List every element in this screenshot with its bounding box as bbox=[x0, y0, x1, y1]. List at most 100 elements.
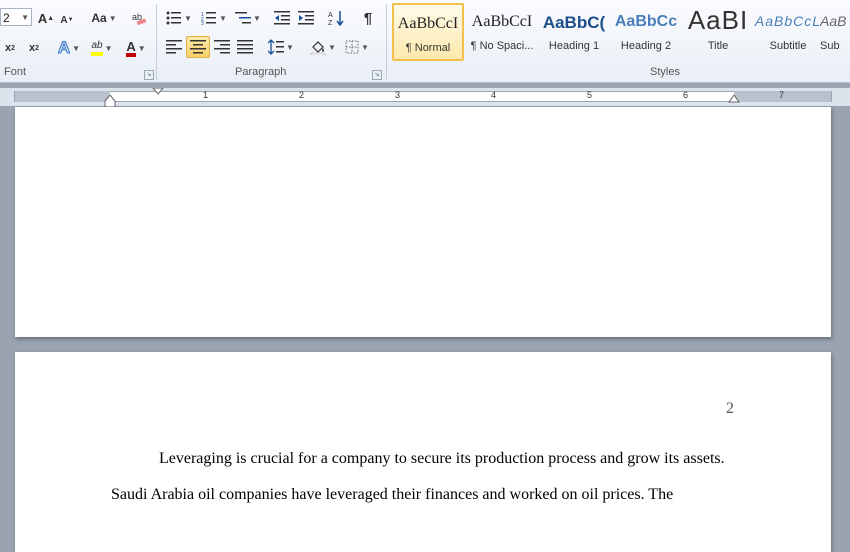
bullets-button[interactable]: ▼ bbox=[164, 8, 194, 28]
chevron-down-icon: ▼ bbox=[184, 13, 192, 23]
chevron-down-icon: ▼ bbox=[286, 42, 294, 52]
chevron-down-icon: ▼ bbox=[361, 42, 369, 52]
style-sample: AaBbCcL bbox=[754, 13, 822, 29]
font-group-label: Font bbox=[4, 66, 27, 78]
font-size-value: 2 bbox=[3, 11, 10, 25]
group-divider bbox=[386, 4, 387, 80]
borders-button[interactable]: ▼ bbox=[342, 37, 372, 57]
style-label: Subtitle bbox=[769, 40, 807, 52]
ribbon: 2 ▼ A ▲ A ▼ Aa ▼ ab x2 x2 A ▼ ab ▼ A ▼ Font ↘ … bbox=[0, 0, 850, 83]
style-title[interactable]: AaBI Title bbox=[682, 3, 754, 61]
multilevel-list-icon bbox=[235, 12, 252, 24]
change-case-button[interactable]: Aa ▼ bbox=[90, 8, 118, 28]
eraser-icon: ab bbox=[132, 12, 147, 26]
sort-button[interactable]: AZ bbox=[326, 8, 346, 28]
document-line: Leveraging is crucial for a company to s… bbox=[159, 450, 725, 467]
style-sample: AaB bbox=[820, 13, 847, 29]
styles-group-label: Styles bbox=[650, 66, 680, 78]
line-spacing-icon bbox=[268, 39, 285, 55]
first-line-indent-marker[interactable] bbox=[152, 88, 164, 96]
align-right-button[interactable] bbox=[212, 37, 232, 57]
style-sample: AaBbCcI bbox=[471, 13, 533, 30]
align-center-button[interactable] bbox=[186, 36, 210, 58]
svg-text:Z: Z bbox=[328, 20, 333, 26]
text-effects-icon: A bbox=[57, 38, 71, 58]
numbering-button[interactable]: 1 2 3 ▼ bbox=[199, 8, 229, 28]
font-color-icon: A bbox=[126, 40, 136, 57]
paragraph-dialog-launcher-icon[interactable]: ↘ bbox=[372, 70, 382, 80]
style-normal[interactable]: AaBbCcI ¶ Normal bbox=[392, 3, 464, 61]
style-subtle-emphasis[interactable]: AaB Sub bbox=[820, 3, 850, 61]
style-heading-1[interactable]: AaBbC( Heading 1 bbox=[538, 3, 610, 61]
page-2[interactable]: 2 Leveraging is crucial for a company to… bbox=[15, 352, 831, 552]
font-color-button[interactable]: A ▼ bbox=[122, 38, 150, 58]
chevron-down-icon: ▼ bbox=[328, 42, 336, 52]
shading-button[interactable]: ▼ bbox=[308, 37, 338, 57]
chevron-down-icon: ▼ bbox=[21, 13, 29, 22]
bullets-icon bbox=[166, 11, 182, 25]
decrease-indent-button[interactable] bbox=[272, 8, 292, 28]
align-right-icon bbox=[214, 40, 230, 54]
style-heading-2[interactable]: AaBbCc Heading 2 bbox=[610, 3, 682, 61]
style-label: ¶ No Spaci... bbox=[470, 40, 534, 52]
increase-indent-button[interactable] bbox=[296, 8, 316, 28]
document-canvas[interactable]: 2 Leveraging is crucial for a company to… bbox=[0, 107, 850, 552]
style-label: Heading 1 bbox=[548, 40, 600, 52]
multilevel-list-button[interactable]: ▼ bbox=[233, 8, 263, 28]
superscript-button[interactable]: x2 bbox=[26, 38, 42, 58]
pilcrow-icon: ¶ bbox=[363, 9, 373, 27]
style-sample: AaBbC( bbox=[542, 13, 606, 32]
shrink-font-button[interactable]: A ▼ bbox=[60, 10, 74, 30]
ruler-number: 7 bbox=[779, 90, 785, 100]
style-no-spacing[interactable]: AaBbCcI ¶ No Spaci... bbox=[466, 3, 538, 61]
justify-icon bbox=[237, 40, 253, 54]
document-line: Saudi Arabia oil companies have leverage… bbox=[111, 486, 674, 503]
style-sample: AaBbCcI bbox=[397, 15, 459, 32]
sort-icon: AZ bbox=[328, 11, 344, 26]
text-effects-button[interactable]: A ▼ bbox=[56, 38, 82, 58]
group-divider bbox=[156, 4, 157, 80]
align-left-icon bbox=[166, 40, 182, 54]
style-label: Title bbox=[707, 40, 729, 52]
svg-text:3: 3 bbox=[201, 21, 204, 25]
highlighter-icon: ab bbox=[91, 40, 103, 56]
grow-font-button[interactable]: A ▲ bbox=[38, 8, 54, 28]
chevron-down-icon: ▼ bbox=[137, 43, 146, 53]
increase-indent-icon bbox=[298, 11, 314, 25]
justify-button[interactable] bbox=[235, 37, 255, 57]
right-indent-marker[interactable] bbox=[728, 95, 740, 103]
chevron-down-icon: ▼ bbox=[104, 43, 113, 53]
ruler-number: 6 bbox=[683, 90, 689, 100]
chevron-down-icon: ▼ bbox=[72, 43, 81, 53]
align-left-button[interactable] bbox=[164, 37, 184, 57]
font-size-box[interactable]: 2 ▼ bbox=[0, 8, 32, 26]
page-number: 2 bbox=[726, 400, 734, 417]
borders-icon bbox=[345, 40, 359, 54]
ruler-number: 3 bbox=[395, 90, 401, 100]
subscript-button[interactable]: x2 bbox=[2, 38, 18, 58]
style-sample: AaBI bbox=[687, 5, 749, 35]
ruler-number: 1 bbox=[203, 90, 209, 100]
font-dialog-launcher-icon[interactable]: ↘ bbox=[144, 70, 154, 80]
horizontal-ruler[interactable]: 1 2 3 4 5 6 7 bbox=[0, 88, 850, 108]
styles-gallery: AaBbCcI ¶ Normal AaBbCcI ¶ No Spaci... A… bbox=[390, 3, 850, 63]
style-subtitle[interactable]: AaBbCcL Subtitle bbox=[752, 3, 824, 61]
style-label: Sub bbox=[820, 40, 840, 52]
chevron-down-icon: ▼ bbox=[108, 13, 117, 23]
line-spacing-button[interactable]: ▼ bbox=[266, 37, 296, 57]
clear-formatting-button[interactable]: ab bbox=[130, 8, 148, 28]
ruler-bar bbox=[14, 91, 832, 102]
align-center-icon bbox=[190, 40, 206, 54]
page-1[interactable] bbox=[15, 107, 831, 337]
svg-text:A: A bbox=[328, 12, 333, 19]
chevron-down-icon: ▼ bbox=[219, 13, 227, 23]
ruler-number: 4 bbox=[491, 90, 497, 100]
paint-bucket-icon bbox=[310, 41, 326, 55]
highlight-button[interactable]: ab ▼ bbox=[88, 38, 116, 58]
change-case-label: Aa bbox=[91, 11, 107, 25]
numbering-icon: 123 bbox=[201, 12, 217, 25]
style-sample: AaBbCc bbox=[614, 13, 678, 30]
show-hide-marks-button[interactable]: ¶ bbox=[358, 8, 378, 28]
paragraph-group-label: Paragraph bbox=[235, 66, 287, 78]
style-label: Heading 2 bbox=[620, 40, 672, 52]
